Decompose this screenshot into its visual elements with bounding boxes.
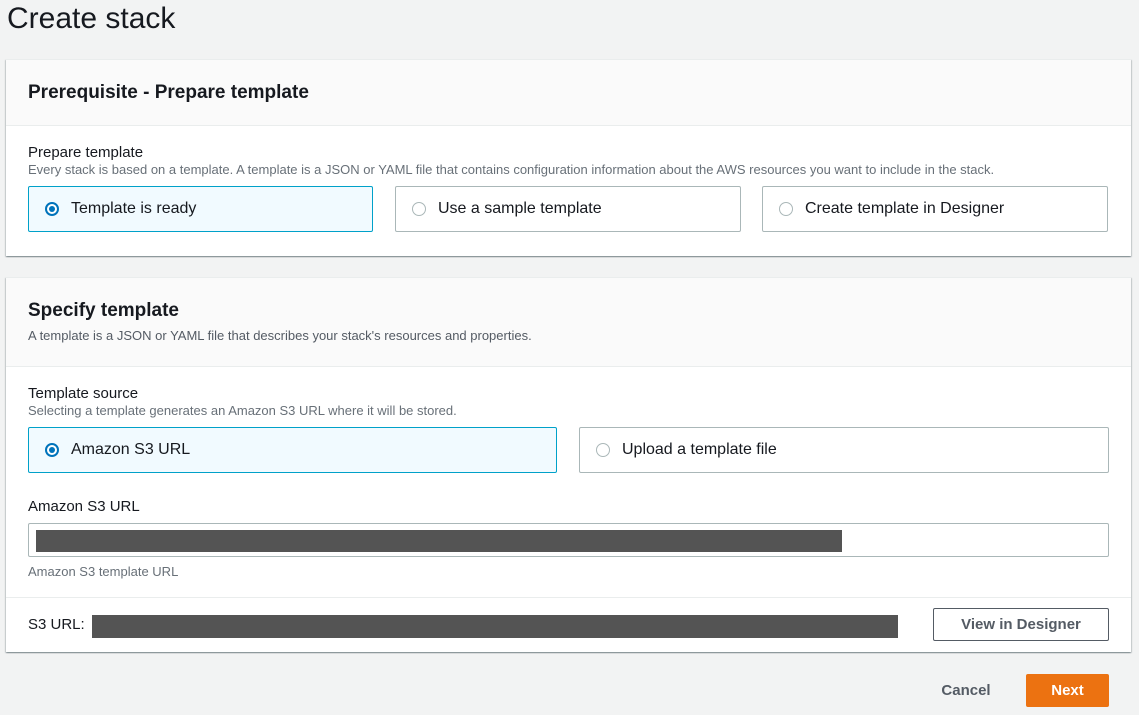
option-label: Amazon S3 URL [71, 441, 191, 458]
prepare-template-description: Every stack is based on a template. A te… [28, 162, 995, 177]
template-source-label: Template source [28, 385, 139, 402]
specify-template-title: Specify template [28, 300, 179, 321]
radio-checked-icon[interactable] [45, 443, 59, 457]
radio-unchecked-icon[interactable] [596, 443, 610, 457]
s3-url-bar: S3 URL: View in Designer [6, 597, 1131, 652]
specify-template-header: Specify template A template is a JSON or… [6, 278, 1131, 367]
amazon-s3-url-hint: Amazon S3 template URL [28, 564, 179, 579]
prerequisite-panel: Prerequisite - Prepare template Prepare … [6, 59, 1131, 256]
radio-checked-icon[interactable] [45, 202, 59, 216]
next-button[interactable]: Next [1026, 674, 1109, 707]
prerequisite-header: Prerequisite - Prepare template [6, 60, 1131, 126]
option-template-ready[interactable]: Template is ready [28, 186, 373, 232]
specify-template-panel: Specify template A template is a JSON or… [6, 277, 1131, 652]
view-in-designer-button[interactable]: View in Designer [933, 608, 1109, 641]
amazon-s3-url-label: Amazon S3 URL [28, 498, 140, 515]
option-label: Create template in Designer [805, 200, 1005, 217]
cancel-button[interactable]: Cancel [925, 674, 1007, 707]
template-source-description: Selecting a template generates an Amazon… [28, 403, 457, 418]
page-title: Create stack [7, 2, 176, 35]
option-label: Upload a template file [622, 441, 777, 458]
option-upload-template-file[interactable]: Upload a template file [579, 427, 1109, 473]
option-sample-template[interactable]: Use a sample template [395, 186, 741, 232]
prepare-template-label: Prepare template [28, 144, 144, 161]
option-create-in-designer[interactable]: Create template in Designer [762, 186, 1108, 232]
redacted-s3-url [92, 615, 898, 638]
option-label: Use a sample template [438, 200, 602, 217]
specify-template-description: A template is a JSON or YAML file that d… [28, 328, 532, 343]
option-amazon-s3-url[interactable]: Amazon S3 URL [28, 427, 557, 473]
redacted-url-value [36, 530, 842, 552]
s3-url-label: S3 URL: [28, 616, 85, 633]
amazon-s3-url-input[interactable] [28, 523, 1109, 557]
prerequisite-title: Prerequisite - Prepare template [28, 82, 309, 103]
option-label: Template is ready [71, 200, 197, 217]
radio-unchecked-icon[interactable] [779, 202, 793, 216]
radio-unchecked-icon[interactable] [412, 202, 426, 216]
